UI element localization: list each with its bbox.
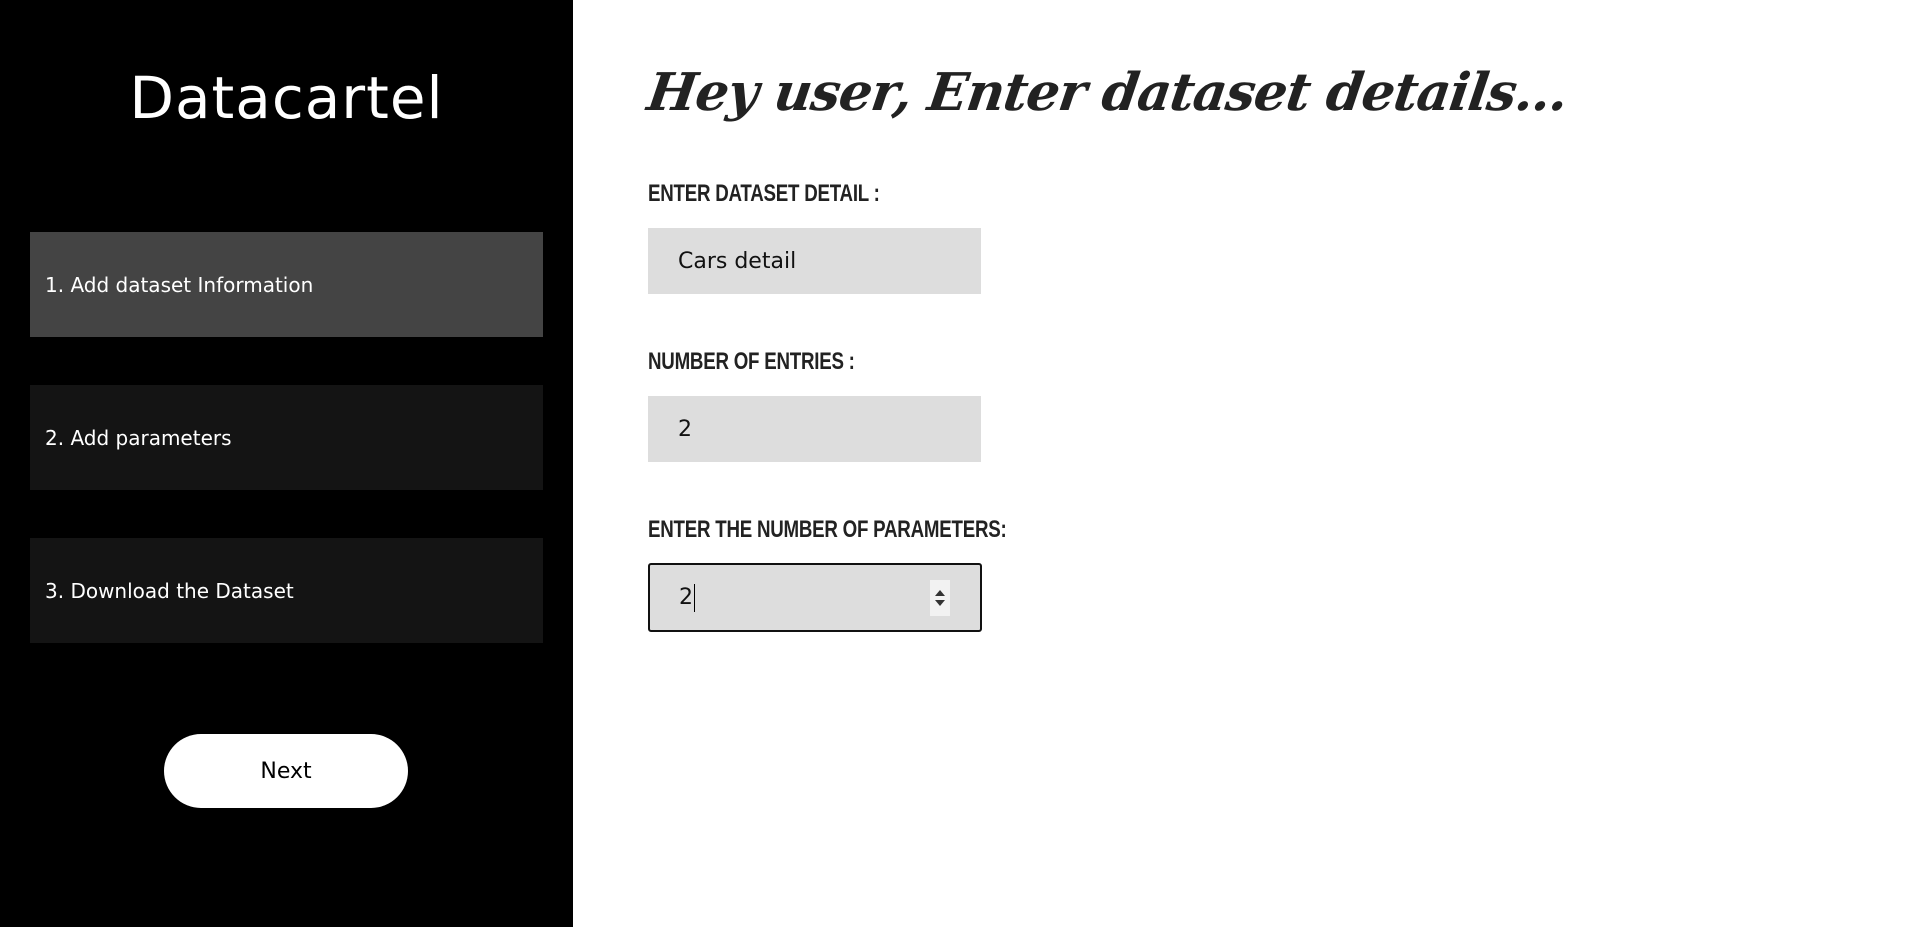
number-of-entries-value: 2 [678,416,692,442]
step-download-dataset[interactable]: 3. Download the Dataset [30,538,543,643]
brand-title: Datacartel [129,64,444,132]
step-label: 2. Add parameters [45,425,232,450]
next-button[interactable]: Next [164,734,408,808]
spin-down-icon[interactable] [935,600,945,606]
text-caret [694,583,695,612]
step-label: 1. Add dataset Information [45,272,314,297]
number-of-parameters-label: Enter the number of parameters: [648,516,1007,543]
number-of-entries-input[interactable]: 2 [648,396,981,462]
number-of-parameters-input[interactable]: 2 [648,563,982,632]
main-panel: Hey user, Enter dataset details... Enter… [573,0,1918,927]
step-label: 3. Download the Dataset [45,578,294,603]
number-spinner[interactable] [930,580,950,616]
dataset-detail-label: Enter dataset detail : [648,180,880,207]
number-of-parameters-value: 2 [679,585,693,610]
app-window: Datacartel 1. Add dataset Information 2.… [0,0,1918,927]
dataset-detail-value: Cars detail [678,248,797,274]
spin-up-icon[interactable] [935,590,945,596]
number-of-entries-label: Number of Entries : [648,348,855,375]
step-add-parameters[interactable]: 2. Add parameters [30,385,543,490]
step-add-dataset-information[interactable]: 1. Add dataset Information [30,232,543,337]
sidebar: Datacartel 1. Add dataset Information 2.… [0,0,573,927]
dataset-detail-input[interactable]: Cars detail [648,228,981,294]
page-heading: Hey user, Enter dataset details... [643,62,1572,123]
